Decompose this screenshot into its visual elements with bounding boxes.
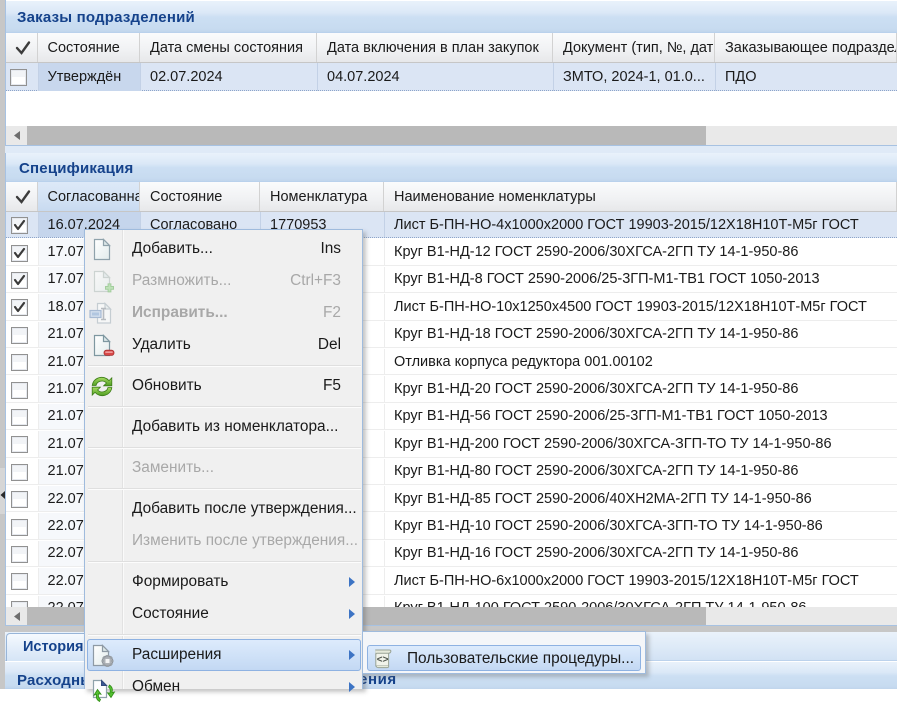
svg-text:<>: <> xyxy=(377,655,389,666)
